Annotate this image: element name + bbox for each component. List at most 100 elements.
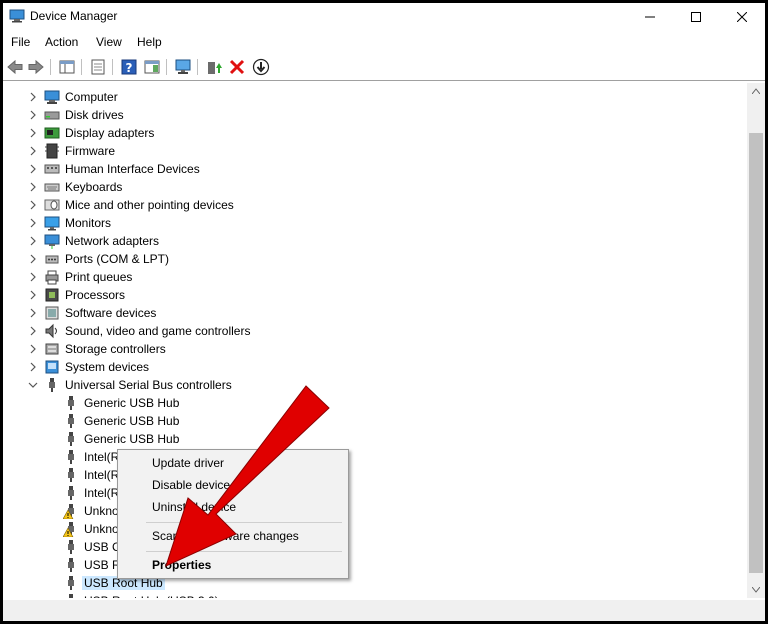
context-update-driver[interactable]: Update driver [152, 456, 224, 470]
context-scan-hardware[interactable]: Scan for hardware changes [152, 529, 299, 543]
chevron-right-icon[interactable] [28, 217, 38, 229]
keyboard-icon [44, 183, 60, 192]
usb-icon [69, 594, 73, 598]
menu-action[interactable]: Action [45, 35, 78, 49]
close-button[interactable] [719, 3, 765, 30]
tree-device[interactable]: Intel(R icrosoft) [3, 484, 743, 502]
tree-category[interactable]: Monitors [3, 214, 743, 232]
tree-device[interactable]: Intel(R [3, 448, 743, 466]
tree-category[interactable]: Universal Serial Bus controllers [3, 376, 743, 394]
menu-help[interactable]: Help [137, 35, 162, 49]
title-bar[interactable]: Device Manager [3, 3, 765, 30]
tree-category[interactable]: Display adapters [3, 124, 743, 142]
tree-category[interactable]: Network adapters [3, 232, 743, 250]
mouse-icon [44, 199, 60, 211]
chevron-right-icon[interactable] [28, 325, 38, 337]
chevron-right-icon[interactable] [28, 343, 38, 355]
minimize-button[interactable] [627, 3, 673, 30]
context-uninstall-device[interactable]: Uninstall device [152, 500, 236, 514]
chevron-right-icon[interactable] [28, 199, 38, 211]
usb-icon [49, 378, 55, 392]
usb-icon [68, 468, 74, 482]
chevron-right-icon[interactable] [28, 235, 38, 247]
tree-item-label: Universal Serial Bus controllers [65, 378, 232, 392]
tree-category[interactable]: Ports (COM & LPT) [3, 250, 743, 268]
menu-file[interactable]: File [11, 35, 30, 49]
chevron-right-icon[interactable] [28, 271, 38, 283]
usb-icon [68, 396, 74, 410]
chevron-right-icon[interactable] [28, 163, 38, 175]
uninstall-device-icon[interactable] [228, 58, 246, 76]
tree-category[interactable]: Computer [3, 88, 743, 106]
chevron-right-icon[interactable] [28, 109, 38, 121]
tree-category[interactable]: Human Interface Devices [3, 160, 743, 178]
tree-category[interactable]: Disk drives [3, 106, 743, 124]
menu-view[interactable]: View [96, 35, 122, 49]
toolbar-separator [50, 59, 51, 75]
window-title: Device Manager [30, 9, 118, 23]
minimize-icon [645, 16, 655, 17]
tree-device[interactable]: Generic USB Hub [3, 412, 743, 430]
context-properties[interactable]: Properties [152, 558, 211, 572]
vertical-scrollbar[interactable] [747, 83, 765, 598]
scroll-up-icon[interactable] [752, 88, 760, 94]
tree-device[interactable]: USB Root Hub (USB 3.0) [3, 592, 743, 598]
scroll-down-icon[interactable] [752, 587, 760, 593]
tree-device[interactable]: Generic USB Hub [3, 430, 743, 448]
tree-item-label: Mice and other pointing devices [65, 198, 234, 212]
enable-device-icon[interactable] [252, 58, 270, 76]
usb-icon [68, 486, 74, 500]
device-tree[interactable]: Computer Disk drives Display adapters Firmw… [3, 83, 747, 598]
toolbar-separator [81, 59, 82, 75]
tree-category[interactable]: Sound, video and game controllers [3, 322, 743, 340]
chevron-right-icon[interactable] [28, 289, 38, 301]
forward-arrow-icon[interactable] [27, 58, 45, 76]
tree-category[interactable]: Mice and other pointing devices [3, 196, 743, 214]
update-driver-icon[interactable] [205, 58, 223, 76]
chevron-right-icon[interactable] [28, 361, 38, 373]
monitor-icon [44, 216, 60, 231]
tree-item-label: Generic USB Hub [84, 414, 180, 428]
tree-device[interactable]: Intel(R [3, 466, 743, 484]
show-hide-tree-icon[interactable] [58, 58, 76, 76]
chevron-right-icon[interactable] [28, 181, 38, 193]
horizontal-scrollbar[interactable] [3, 600, 765, 621]
help-icon[interactable]: ? [120, 58, 138, 76]
printer-icon [45, 270, 59, 285]
tree-item-label: Generic USB Hub [84, 432, 180, 446]
chevron-down-icon[interactable] [28, 379, 38, 391]
tree-device[interactable]: USB R [3, 556, 743, 574]
usb-icon [68, 576, 74, 590]
back-arrow-icon[interactable] [6, 58, 24, 76]
chevron-right-icon[interactable] [28, 145, 38, 157]
action-pane-icon[interactable] [143, 58, 161, 76]
context-disable-device[interactable]: Disable device [152, 478, 230, 492]
tree-category[interactable]: Print queues [3, 268, 743, 286]
tree-category[interactable]: Storage controllers [3, 340, 743, 358]
tree-category[interactable]: Firmware [3, 142, 743, 160]
maximize-button[interactable] [673, 3, 719, 30]
scan-hardware-icon[interactable] [174, 58, 192, 76]
tree-category[interactable]: Software devices [3, 304, 743, 322]
tree-device[interactable]: Generic USB Hub [3, 394, 743, 412]
chevron-right-icon[interactable] [28, 307, 38, 319]
context-separator [146, 522, 342, 523]
tree-device[interactable]: USB C [3, 538, 743, 556]
tree-category[interactable]: Processors [3, 286, 743, 304]
tree-item-label: Ports (COM & LPT) [65, 252, 170, 266]
tree-category[interactable]: System devices [3, 358, 743, 376]
tree-device[interactable]: Unkno Failed) [3, 520, 743, 538]
chevron-right-icon[interactable] [28, 91, 38, 103]
tree-device[interactable]: USB Root Hub [3, 574, 743, 592]
usb-icon [68, 540, 74, 554]
tree-category[interactable]: Keyboards [3, 178, 743, 196]
tree-device[interactable]: Unkno Failed) [3, 502, 743, 520]
properties-icon[interactable] [89, 58, 107, 76]
close-icon [737, 11, 747, 22]
chevron-right-icon[interactable] [28, 253, 38, 265]
chevron-right-icon[interactable] [28, 127, 38, 139]
tree-item-label: Display adapters [65, 126, 155, 140]
tree-item-label: USB Root Hub (USB 3.0) [84, 594, 219, 598]
scrollbar-thumb[interactable] [749, 133, 763, 573]
tree-item-label: Storage controllers [65, 342, 166, 356]
